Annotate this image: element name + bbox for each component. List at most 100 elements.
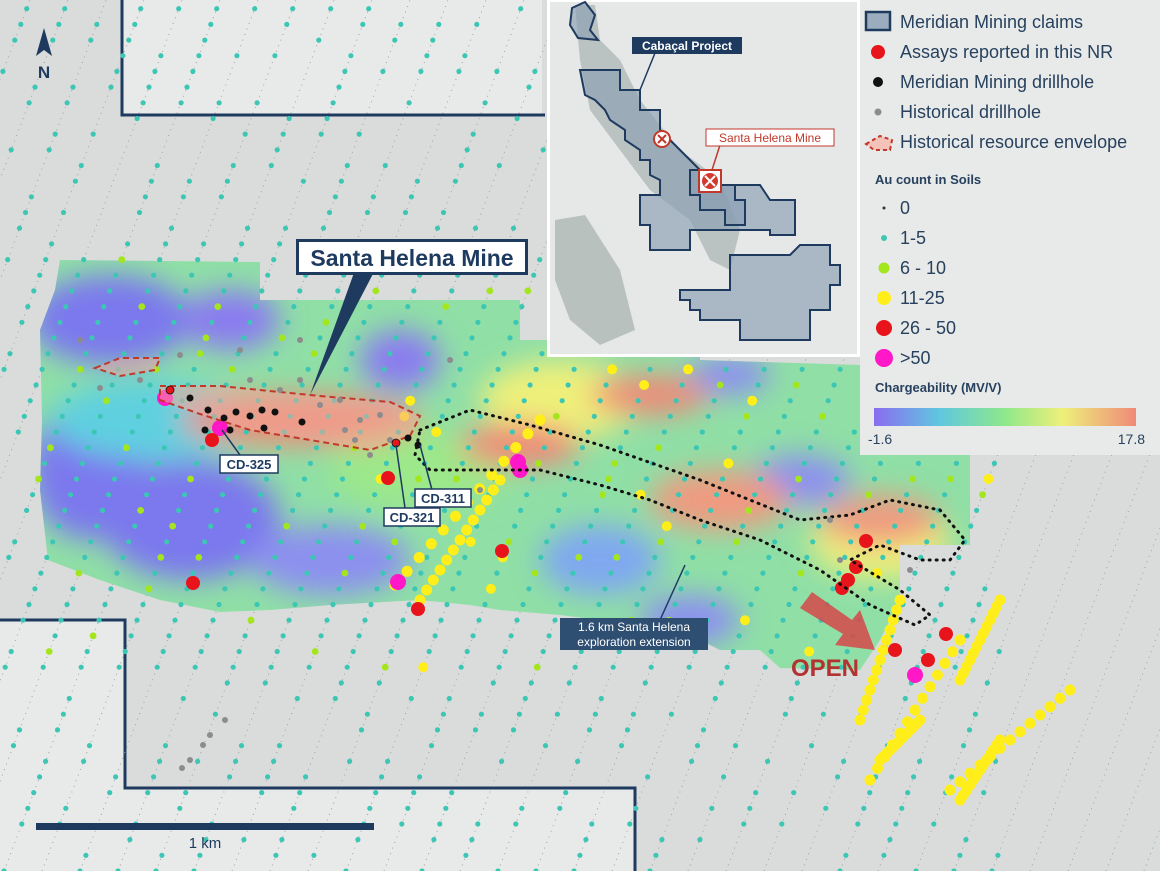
soil-sample-dot	[390, 574, 406, 590]
soil-sample-dot	[645, 774, 651, 780]
soil-sample-dot	[689, 758, 695, 764]
soil-sample-dot	[579, 445, 586, 451]
meridian-drillhole	[204, 406, 212, 414]
soil-sample-dot	[431, 837, 437, 843]
soil-sample-dot	[86, 743, 93, 749]
soil-sample-dot	[495, 544, 509, 558]
extension-label-line2: exploration extension	[577, 635, 690, 649]
soil-sample-dot	[142, 194, 148, 200]
legend-au-title: Au count in Soils	[875, 172, 981, 187]
soil-sample-dot	[652, 554, 658, 561]
soil-sample-dot	[472, 225, 479, 231]
legend-au-label: 1-5	[900, 228, 926, 248]
soil-sample-dot	[854, 523, 860, 529]
soil-sample-dot	[127, 837, 133, 843]
soil-sample-dot	[952, 664, 958, 670]
soil-sample-dot	[522, 428, 534, 440]
hole-label-cd-325: CD-325	[227, 457, 272, 472]
soil-sample-dot	[120, 53, 126, 59]
soil-sample-dot	[871, 664, 883, 676]
soil-sample-dot	[503, 445, 509, 451]
soil-sample-dot	[831, 382, 837, 388]
soil-sample-dot	[450, 586, 456, 592]
soil-sample-dot	[212, 711, 218, 717]
soil-sample-dot	[344, 664, 350, 670]
assay-drillhole	[165, 385, 175, 395]
soil-sample-dot	[843, 852, 849, 858]
soil-sample-dot	[434, 225, 441, 231]
soil-sample-dot	[341, 569, 349, 577]
soil-sample-dot	[128, 633, 134, 639]
soil-sample-dot	[282, 225, 289, 231]
soil-sample-dot	[804, 554, 810, 561]
soil-sample-dot	[792, 586, 798, 592]
soil-sample-dot	[442, 507, 448, 513]
soil-sample-dot	[373, 790, 379, 796]
soil-sample-dot	[763, 460, 770, 466]
soil-sample-dot	[471, 429, 477, 435]
soil-sample-dot	[138, 6, 144, 12]
soil-sample-dot	[146, 84, 152, 90]
soil-sample-dot	[902, 695, 908, 702]
soil-sample-dot	[716, 586, 722, 592]
soil-sample-dot	[62, 6, 68, 12]
soil-sample-dot	[458, 664, 464, 670]
soil-sample-dot	[1, 366, 7, 372]
soil-sample-dot	[367, 304, 373, 310]
soil-sample-dot	[275, 445, 281, 451]
soil-sample-dot	[531, 272, 537, 278]
soil-sample-dot	[154, 664, 160, 670]
soil-sample-dot	[47, 444, 54, 452]
soil-sample-dot	[310, 554, 316, 561]
soil-sample-dot	[262, 680, 268, 686]
soil-sample-dot	[737, 429, 743, 435]
soil-sample-dot	[294, 695, 300, 702]
soil-sample-dot	[439, 413, 445, 419]
soil-sample-dot	[871, 476, 878, 482]
soil-sample-dot	[820, 711, 827, 717]
soil-sample-dot	[306, 664, 312, 670]
meridian-drillhole	[186, 394, 194, 402]
north-label: N	[38, 63, 50, 82]
soil-sample-dot	[911, 774, 917, 780]
soil-sample-dot	[529, 476, 536, 482]
soil-sample-dot	[178, 100, 184, 106]
soil-sample-dot	[845, 445, 852, 451]
historical-drillhole	[297, 337, 303, 343]
soil-sample-dot	[265, 272, 271, 278]
soil-sample-dot	[907, 667, 923, 683]
soil-sample-dot	[812, 633, 818, 639]
soil-sample-dot	[958, 648, 964, 655]
soil-sample-dot	[300, 178, 306, 184]
geology-map: Santa Helena Mine CD-325 CD-311 CD-321 1…	[0, 0, 1160, 871]
soil-sample-dot	[301, 476, 308, 482]
soil-sample-dot	[366, 6, 372, 12]
soil-sample-dot	[271, 758, 277, 764]
soil-sample-dot	[411, 790, 417, 796]
historical-drillhole	[97, 385, 103, 391]
soil-sample-dot	[343, 366, 349, 372]
soil-sample-dot	[465, 445, 471, 451]
historical-drillhole	[237, 347, 243, 353]
soil-sample-dot	[618, 743, 625, 749]
soil-sample-dot	[158, 53, 164, 59]
soil-sample-dot	[228, 570, 234, 576]
soil-sample-dot	[238, 743, 245, 749]
soil-sample-dot	[864, 684, 876, 696]
soil-sample-dot	[954, 634, 966, 646]
soil-sample-dot	[867, 674, 879, 686]
soil-sample-dot	[91, 429, 97, 435]
soil-sample-dot	[379, 774, 385, 780]
soil-sample-dot	[915, 460, 922, 466]
soil-sample-dot	[924, 539, 930, 545]
soil-sample-dot	[700, 727, 707, 733]
soil-sample-dot	[254, 100, 260, 106]
soil-sample-dot	[591, 413, 597, 419]
soil-sample-dot	[475, 319, 481, 325]
soil-sample-dot	[639, 380, 650, 390]
historical-drillhole	[277, 387, 283, 393]
soil-sample-dot	[594, 507, 600, 513]
soil-sample-dot	[78, 664, 84, 670]
soil-sample-dot	[537, 257, 543, 263]
soil-sample-dot	[210, 617, 216, 623]
